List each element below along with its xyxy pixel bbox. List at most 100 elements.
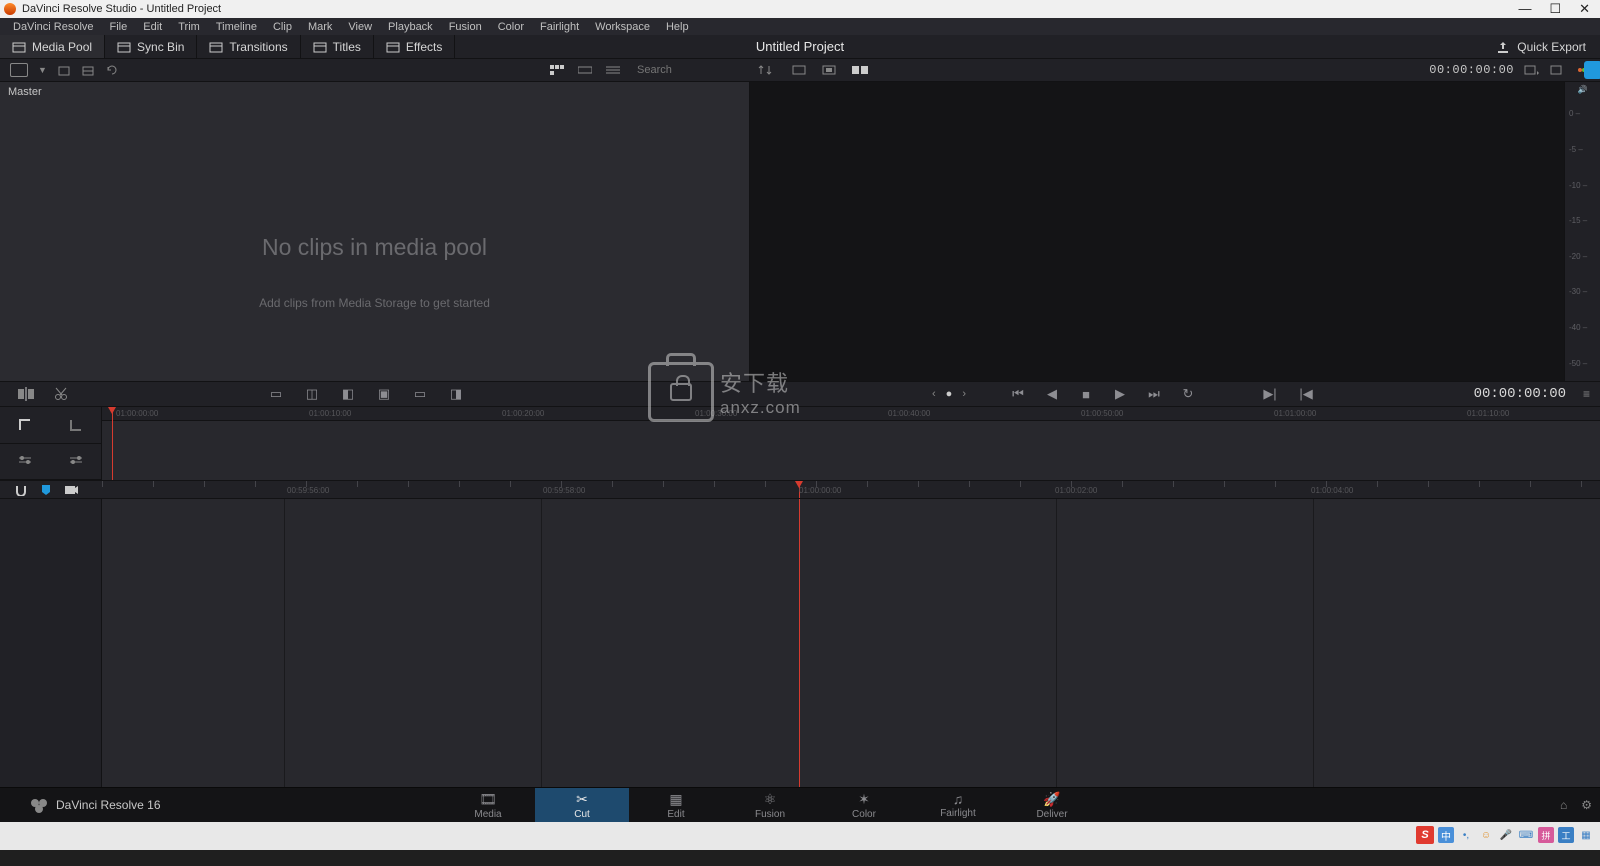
smart-insert-icon[interactable] xyxy=(18,387,36,401)
insert-icon[interactable]: ◫ xyxy=(304,387,320,401)
append-icon[interactable]: ▭ xyxy=(268,387,284,401)
close-button[interactable]: ✕ xyxy=(1579,1,1590,17)
go-start-icon[interactable]: ⏮ xyxy=(1010,387,1026,401)
source-tape-icon[interactable] xyxy=(792,64,808,76)
magnet-icon[interactable] xyxy=(14,484,28,496)
dual-viewer-icon[interactable] xyxy=(852,64,868,76)
davinci-logo-icon xyxy=(30,796,48,814)
upper-timeline[interactable]: 01:00:00:0001:00:10:0001:00:20:0001:00:3… xyxy=(0,407,1600,481)
menu-workspace[interactable]: Workspace xyxy=(588,21,657,33)
strip-view-icon[interactable] xyxy=(578,65,592,75)
mark-in-icon[interactable]: ▶| xyxy=(1262,387,1278,401)
ime-lang-icon[interactable]: 中 xyxy=(1438,827,1454,843)
project-settings-icon[interactable]: ⚙ xyxy=(1581,798,1592,812)
speaker-icon[interactable]: 🔊 xyxy=(1565,82,1600,96)
menu-view[interactable]: View xyxy=(341,21,379,33)
menu-trim[interactable]: Trim xyxy=(171,21,207,33)
tab-transitions[interactable]: Transitions xyxy=(197,35,300,58)
media-pool-icon xyxy=(12,41,26,53)
ruler-label: 01:00:04:00 xyxy=(1311,486,1353,495)
import-media-button[interactable] xyxy=(10,63,28,77)
menu-clip[interactable]: Clip xyxy=(266,21,299,33)
import-dropdown-icon[interactable]: ▼ xyxy=(38,65,47,75)
menu-fusion[interactable]: Fusion xyxy=(442,21,489,33)
search-input[interactable] xyxy=(634,61,734,79)
menu-timeline[interactable]: Timeline xyxy=(209,21,264,33)
page-deliver[interactable]: 🚀Deliver xyxy=(1005,788,1099,822)
quick-export-button[interactable]: Quick Export xyxy=(1482,40,1600,54)
menu-color[interactable]: Color xyxy=(491,21,531,33)
menu-davinci-resolve[interactable]: DaVinci Resolve xyxy=(6,21,101,33)
maximize-button[interactable]: ☐ xyxy=(1549,1,1561,17)
source-clip-icon[interactable] xyxy=(822,64,838,76)
main-timeline[interactable] xyxy=(0,499,1600,787)
viewer-pane[interactable] xyxy=(750,82,1564,381)
page-fusion[interactable]: ⚛Fusion xyxy=(723,788,817,822)
close-up-icon[interactable]: ▣ xyxy=(376,387,392,401)
page-edit[interactable]: ▦Edit xyxy=(629,788,723,822)
lower-ruler[interactable]: 00:59:56:0000:59:58:0001:00:00:0001:00:0… xyxy=(0,481,1600,499)
meter-tick: -30 – xyxy=(1569,287,1600,296)
timeline-options-icon[interactable]: ≡ xyxy=(1583,387,1590,401)
new-bin-icon[interactable] xyxy=(57,63,71,77)
tray-icon-pink[interactable]: 拼 xyxy=(1538,827,1554,843)
tab-sync-bin[interactable]: Sync Bin xyxy=(105,35,197,58)
tab-titles[interactable]: Titles xyxy=(301,35,374,58)
ruler-label: 01:00:30:00 xyxy=(695,409,737,418)
menu-edit[interactable]: Edit xyxy=(136,21,169,33)
resolution-dropdown-icon[interactable] xyxy=(1524,63,1540,77)
sync-icon[interactable] xyxy=(105,63,119,77)
workspace-toolbar: Media PoolSync BinTransitionsTitlesEffec… xyxy=(0,35,1600,59)
page-cut[interactable]: ✂Cut xyxy=(535,788,629,822)
page-fairlight[interactable]: ♫Fairlight xyxy=(911,788,1005,822)
menu-fairlight[interactable]: Fairlight xyxy=(533,21,586,33)
menu-mark[interactable]: Mark xyxy=(301,21,339,33)
effects-icon xyxy=(386,41,400,53)
tab-effects[interactable]: Effects xyxy=(374,35,455,58)
home-icon[interactable]: ⌂ xyxy=(1560,798,1567,812)
minimize-button[interactable]: — xyxy=(1518,1,1531,17)
place-on-top-icon[interactable]: ▭ xyxy=(412,387,428,401)
ripple-overwrite-icon[interactable]: ◧ xyxy=(340,387,356,401)
mark-out-icon[interactable]: |◀ xyxy=(1298,387,1314,401)
media-pool-pane[interactable]: Master No clips in media pool Add clips … xyxy=(0,82,750,381)
ruler-label: 01:00:50:00 xyxy=(1081,409,1123,418)
next-edit-icon[interactable]: › xyxy=(962,388,966,400)
track-options-b-icon[interactable] xyxy=(68,455,84,467)
track-options-a-icon[interactable] xyxy=(17,455,33,467)
go-end-icon[interactable]: ⏭ xyxy=(1146,387,1162,401)
sogou-ime-icon[interactable]: S xyxy=(1416,826,1434,844)
play-icon[interactable]: ▶ xyxy=(1112,387,1128,401)
thumbnail-view-icon[interactable] xyxy=(550,65,564,75)
menu-bar: DaVinci ResolveFileEditTrimTimelineClipM… xyxy=(0,18,1600,35)
prev-edit-icon[interactable]: ‹ xyxy=(932,388,936,400)
marker-icon[interactable] xyxy=(40,484,52,496)
menu-help[interactable]: Help xyxy=(659,21,696,33)
menu-file[interactable]: File xyxy=(103,21,135,33)
source-overwrite-icon[interactable]: ◨ xyxy=(448,387,464,401)
stop-icon[interactable]: ■ xyxy=(1078,387,1094,401)
bypass-dropdown-icon[interactable] xyxy=(1550,63,1566,77)
loop-icon[interactable]: ↻ xyxy=(1180,387,1196,401)
page-media[interactable]: 🎞Media xyxy=(441,788,535,822)
tab-media-pool[interactable]: Media Pool xyxy=(0,35,105,58)
page-color[interactable]: ✶Color xyxy=(817,788,911,822)
new-timeline-icon[interactable] xyxy=(81,63,95,77)
timeline-view-b-icon[interactable] xyxy=(68,418,84,432)
audio-meter: 🔊 0 –-5 –-10 –-15 –-20 –-30 –-40 –-50 – xyxy=(1564,82,1600,381)
inspector-toggle[interactable] xyxy=(1584,61,1600,79)
sort-icon[interactable] xyxy=(758,64,772,76)
timeline-view-a-icon[interactable] xyxy=(17,418,33,432)
ruler-label: 00:59:58:00 xyxy=(543,486,585,495)
deliver-page-icon: 🚀 xyxy=(1043,791,1060,808)
list-view-icon[interactable] xyxy=(606,65,620,75)
video-only-icon[interactable] xyxy=(64,485,78,495)
track-headers xyxy=(0,499,102,787)
edit-page-icon: ▦ xyxy=(669,791,682,808)
tray-icon-blue[interactable]: 工 xyxy=(1558,827,1574,843)
play-reverse-icon[interactable]: ◀ xyxy=(1044,387,1060,401)
scissors-icon[interactable] xyxy=(54,387,68,401)
menu-playback[interactable]: Playback xyxy=(381,21,440,33)
app-icon xyxy=(4,3,16,15)
meter-tick: -5 – xyxy=(1569,145,1600,154)
